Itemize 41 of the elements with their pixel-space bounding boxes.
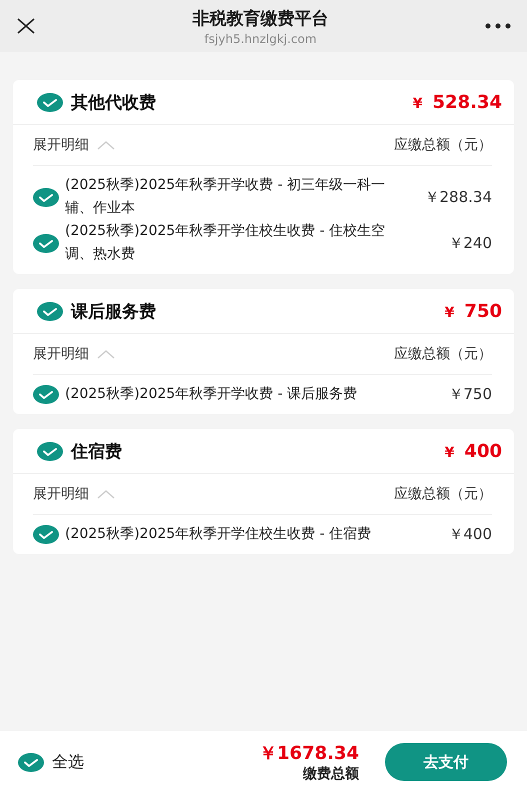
amount-column-label: 应缴总额（元） <box>394 485 492 503</box>
fee-item-name: (2025秋季)2025年秋季开学收费 - 课后服务费 <box>65 385 358 404</box>
currency-sign: ¥ <box>444 444 454 460</box>
checkbox[interactable] <box>18 752 44 772</box>
checkbox[interactable] <box>33 525 59 544</box>
fee-group-name: 住宿费 <box>71 440 122 462</box>
fee-item-amount: ￥240 <box>447 234 492 252</box>
fee-group-name: 课后服务费 <box>71 300 156 322</box>
amount-column-label: 应缴总额（元） <box>394 345 492 363</box>
fee-item-amount: ￥288.34 <box>424 188 492 206</box>
pay-button[interactable]: 去支付 <box>385 743 507 781</box>
checkbox[interactable] <box>37 92 63 112</box>
checkbox[interactable] <box>37 302 63 320</box>
amount-column-label: 应缴总额（元） <box>394 136 492 154</box>
fee-item-name: (2025秋季)2025年秋季开学住校生收费 - 住校生空调、热水费 <box>65 222 386 264</box>
checkbox[interactable] <box>33 234 59 252</box>
grand-total: ￥1678.34 <box>259 742 359 765</box>
more-button[interactable] <box>485 23 511 29</box>
currency-sign: ¥ <box>412 96 423 112</box>
checkbox[interactable] <box>33 188 59 206</box>
fee-group-name: 其他代收费 <box>71 92 156 114</box>
more-icon <box>485 23 511 29</box>
group-total: 750 <box>464 300 502 322</box>
fee-item-name: (2025秋季)2025年秋季开学收费 - 初三年级一科一辅、作业本 <box>65 176 386 218</box>
checkbox[interactable] <box>33 385 59 404</box>
group-total: 400 <box>464 440 502 462</box>
expand-details-toggle[interactable]: 展开明细 <box>33 485 115 503</box>
checkbox[interactable] <box>37 442 63 460</box>
fee-item-amount: ￥400 <box>447 525 492 544</box>
currency-sign: ¥ <box>444 304 454 320</box>
expand-details-toggle[interactable]: 展开明细 <box>33 345 115 363</box>
fee-item-name: (2025秋季)2025年秋季开学住校生收费 - 住宿费 <box>65 525 372 544</box>
group-total: 528.34 <box>432 92 502 112</box>
close-button[interactable] <box>16 18 36 34</box>
expand-details-toggle[interactable]: 展开明细 <box>33 136 115 154</box>
select-all-label: 全选 <box>52 752 84 772</box>
page-title: 非税教育缴费平台 <box>192 8 328 30</box>
fee-item-amount: ￥750 <box>447 385 492 404</box>
grand-total-label: 缴费总额 <box>303 765 359 783</box>
close-icon <box>16 18 36 34</box>
site-url: fsjyh5.hnzlgkj.com <box>204 32 317 46</box>
